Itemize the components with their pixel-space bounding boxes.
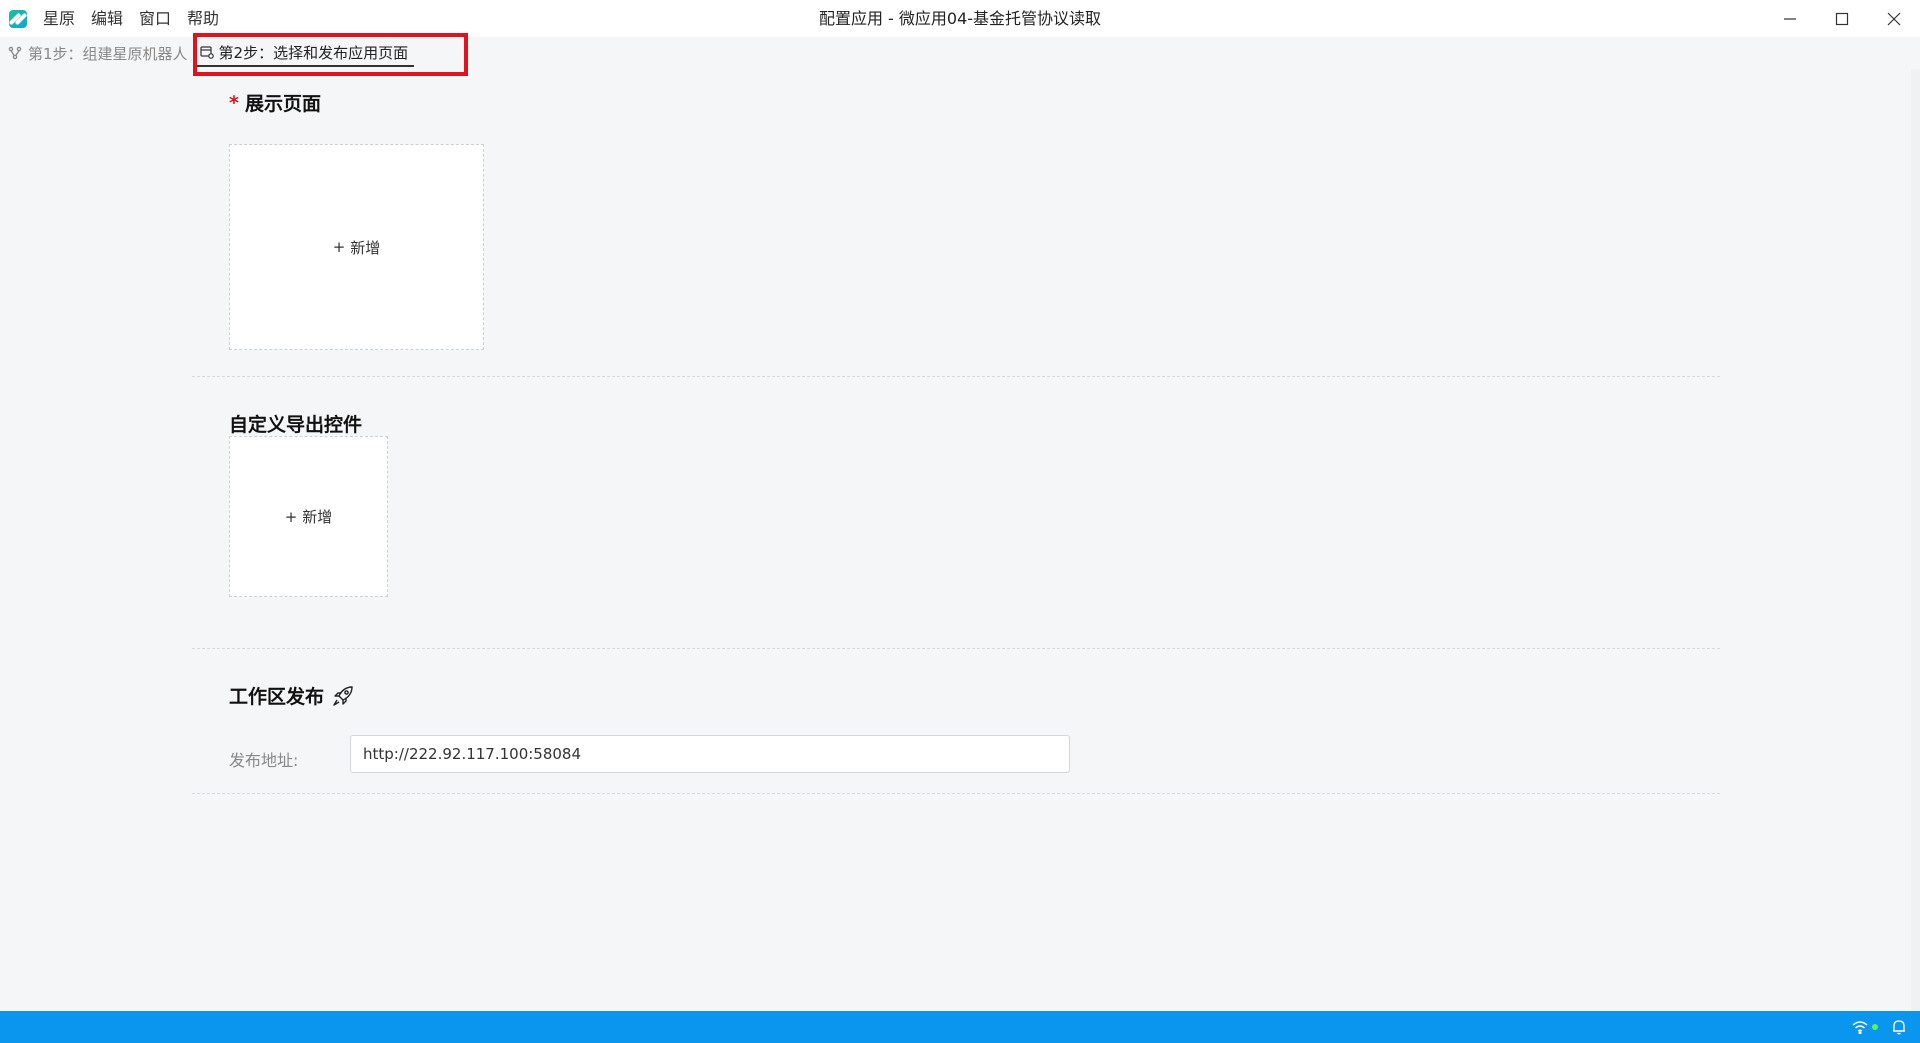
rocket-icon bbox=[333, 685, 353, 706]
display-page-title: * 展示页面 bbox=[229, 89, 321, 116]
close-button[interactable] bbox=[1868, 0, 1920, 37]
minimize-button[interactable] bbox=[1764, 0, 1816, 37]
workspace-publish-title: 工作区发布 bbox=[229, 682, 354, 709]
menu-item-edit[interactable]: 编辑 bbox=[83, 0, 131, 37]
minimize-icon bbox=[1784, 17, 1796, 20]
menu-item-xingyuan[interactable]: 星原 bbox=[43, 0, 83, 37]
branch-icon bbox=[8, 46, 22, 60]
menu-item-window[interactable]: 窗口 bbox=[131, 0, 179, 37]
steps-bar: 第1步：组建星原机器人 第2步：选择和发布应用页面 bbox=[0, 37, 1920, 69]
plus-icon: + bbox=[284, 507, 298, 526]
plus-icon: + bbox=[332, 238, 346, 256]
page-settings-icon bbox=[199, 46, 214, 59]
title-bar: 星原 编辑 窗口 帮助 配置应用 - 微应用04-基金托管协议读取 bbox=[0, 0, 1920, 37]
workspace-publish-title-text: 工作区发布 bbox=[229, 686, 325, 708]
step-2-label: 第2步：选择和发布应用页面 bbox=[218, 43, 409, 62]
custom-export-title: 自定义导出控件 bbox=[229, 414, 363, 436]
window-title: 配置应用 - 微应用04-基金托管协议读取 bbox=[818, 9, 1102, 28]
add-export-control-button[interactable]: + 新增 bbox=[229, 436, 388, 597]
workspace-publish-section: 工作区发布 发布地址: bbox=[192, 649, 1720, 794]
required-mark: * bbox=[229, 91, 239, 114]
add-display-page-button[interactable]: + 新增 bbox=[229, 144, 484, 350]
menu-item-help[interactable]: 帮助 bbox=[179, 0, 227, 37]
tab-step-2[interactable]: 第2步：选择和发布应用页面 bbox=[193, 39, 415, 67]
main-content: * 展示页面 + 新增 自定义导出控件 + 新增 工作区发布 发布地址: bbox=[0, 69, 1920, 1011]
maximize-icon bbox=[1835, 12, 1849, 25]
bell-icon[interactable] bbox=[1892, 1019, 1906, 1035]
display-page-section: * 展示页面 + 新增 bbox=[192, 69, 1720, 377]
scrollbar[interactable] bbox=[1911, 69, 1920, 1011]
tab-step-1[interactable]: 第1步：组建星原机器人 bbox=[0, 37, 188, 69]
add-display-page-label: 新增 bbox=[350, 238, 381, 257]
custom-export-section: 自定义导出控件 + 新增 bbox=[192, 377, 1720, 649]
menu-bar: 星原 编辑 窗口 帮助 bbox=[43, 0, 227, 37]
wifi-icon bbox=[1852, 1021, 1868, 1034]
maximize-button[interactable] bbox=[1816, 0, 1868, 37]
publish-address-input[interactable] bbox=[350, 735, 1070, 773]
display-page-title-text: 展示页面 bbox=[244, 93, 321, 115]
step-1-label: 第1步：组建星原机器人 bbox=[28, 44, 188, 63]
window-controls bbox=[1764, 0, 1920, 37]
add-export-control-label: 新增 bbox=[302, 508, 333, 526]
close-icon bbox=[1887, 12, 1901, 25]
publish-address-label: 发布地址: bbox=[229, 751, 299, 770]
app-logo-icon bbox=[9, 9, 27, 28]
status-bar bbox=[0, 1011, 1920, 1043]
online-status-dot bbox=[1872, 1024, 1878, 1030]
